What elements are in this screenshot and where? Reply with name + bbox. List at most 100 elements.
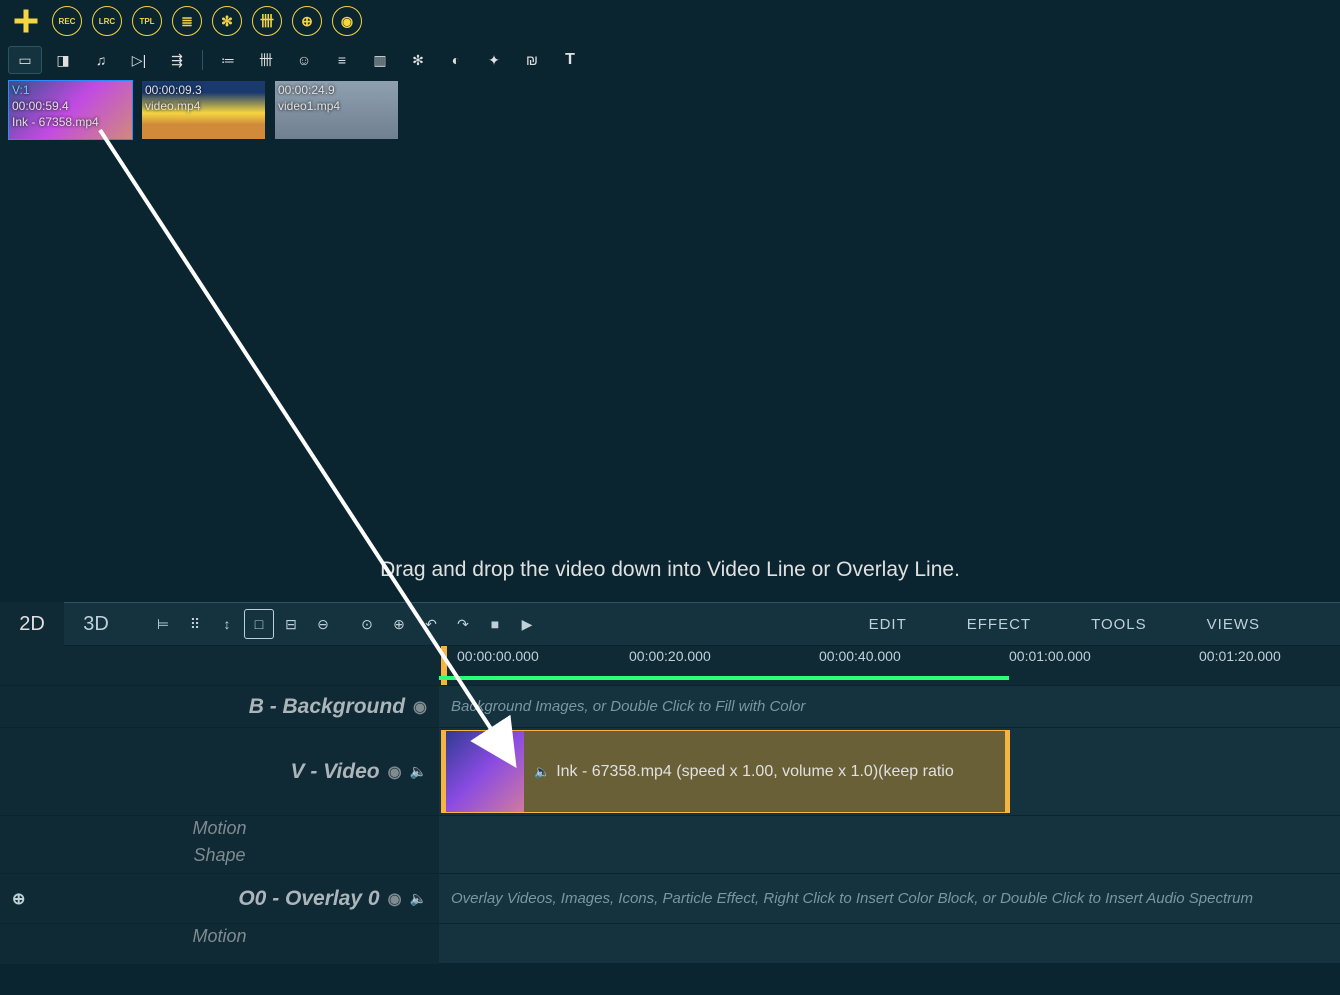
template-button[interactable]: TPL <box>132 6 162 36</box>
bullet-button[interactable]: ≔ <box>211 46 245 74</box>
clip-label: 🔈Ink - 67358.mp4 (speed x 1.00, volume x… <box>534 763 954 781</box>
track-content-column: Background Images, or Double Click to Fi… <box>439 686 1340 964</box>
add-marker-button[interactable]: ⊕ <box>384 609 414 639</box>
align-start-button[interactable]: ⊨ <box>148 609 178 639</box>
clip-meta: 00:00:09.3 video.mp4 <box>142 81 205 115</box>
video-content-row[interactable]: 🔈Ink - 67358.mp4 (speed x 1.00, volume x… <box>439 728 1340 816</box>
text-button[interactable]: ⊕ <box>292 6 322 36</box>
speaker-icon[interactable]: 🔈 <box>410 763 427 780</box>
ruler-tick: 00:00:40.000 <box>819 648 901 664</box>
account-button[interactable]: ◉ <box>332 6 362 36</box>
timeline-ruler[interactable]: 00:00:00.000 00:00:20.000 00:00:40.000 0… <box>0 646 1340 686</box>
track-bg-row: B - Background ◉ <box>0 686 439 728</box>
overlay-subs-content[interactable] <box>439 924 1340 964</box>
menu-views[interactable]: VIEWS <box>1207 616 1260 633</box>
video-subs-content[interactable] <box>439 816 1340 874</box>
add-media-button[interactable] <box>10 5 42 37</box>
redo-button[interactable]: ↷ <box>448 609 478 639</box>
music-tab-button[interactable]: ♫ <box>84 46 118 74</box>
timeline-menus: EDIT EFFECT TOOLS VIEWS <box>869 616 1260 633</box>
video-motion-label: Motion <box>0 816 439 843</box>
media-bin: V:1 00:00:59.4 Ink - 67358.mp4 00:00:09.… <box>0 78 1340 602</box>
target-button[interactable]: ⊙ <box>352 609 382 639</box>
clip-right-handle[interactable] <box>1005 731 1009 812</box>
media-clip-1[interactable]: V:1 00:00:59.4 Ink - 67358.mp4 <box>8 80 133 140</box>
eye-icon[interactable]: ◉ <box>388 889 402 909</box>
speaker-icon: 🔈 <box>534 764 550 779</box>
video-clip[interactable]: 🔈Ink - 67358.mp4 (speed x 1.00, volume x… <box>441 730 1010 813</box>
overlay-hint: Overlay Videos, Images, Icons, Particle … <box>451 890 1253 907</box>
ruler-tick: 00:01:20.000 <box>1199 648 1281 664</box>
overlay-content-row[interactable]: Overlay Videos, Images, Icons, Particle … <box>439 874 1340 924</box>
bg-hint: Background Images, or Double Click to Fi… <box>451 698 805 715</box>
tab-3d[interactable]: 3D <box>64 602 128 646</box>
track-overlay-row: ⊕ O0 - Overlay 0 ◉ 🔈 <box>0 874 439 924</box>
overlay-motion-label: Motion <box>0 924 439 951</box>
ruler-spacer <box>0 646 439 685</box>
media-type-toolbar: ▭ ◨ ♫ ▷| ⇶ ≔ 卌 ☺ ≡ ▥ ✻ ◐ ✦ ₪ T <box>0 42 1340 78</box>
track-video-row: V - Video ◉ 🔈 <box>0 728 439 816</box>
asterisk-button[interactable]: ✻ <box>212 6 242 36</box>
list-button[interactable]: ≣ <box>172 6 202 36</box>
zoom-out-button[interactable]: ⊖ <box>308 609 338 639</box>
tab-2d[interactable]: 2D <box>0 602 64 646</box>
ruler-area[interactable]: 00:00:00.000 00:00:20.000 00:00:40.000 0… <box>439 646 1340 685</box>
hint-text: Drag and drop the video down into Video … <box>380 558 960 582</box>
frame-button[interactable]: □ <box>244 609 274 639</box>
track-video-label: V - Video <box>291 760 380 784</box>
ruler-tick: 00:01:00.000 <box>1009 648 1091 664</box>
video-tab-button[interactable]: ▭ <box>8 46 42 74</box>
eye-icon[interactable]: ◉ <box>413 697 427 717</box>
timeline-tracks: B - Background ◉ V - Video ◉ 🔈 Motion Sh… <box>0 686 1340 964</box>
ruler-tick: 00:00:20.000 <box>629 648 711 664</box>
stop-button[interactable]: ■ <box>480 609 510 639</box>
bg-content-row[interactable]: Background Images, or Double Click to Fi… <box>439 686 1340 728</box>
view-tabs: 2D 3D <box>0 602 128 646</box>
add-overlay-button[interactable]: ⊕ <box>12 889 25 909</box>
align-button[interactable]: ≡ <box>325 46 359 74</box>
timeline-tool-buttons: ⊨ ⠿ ↕ □ ⊟ ⊖ ⊙ ⊕ ↶ ↷ ■ ▶ <box>148 609 542 639</box>
track-labels-column: B - Background ◉ V - Video ◉ 🔈 Motion Sh… <box>0 686 439 964</box>
eye-icon[interactable]: ◉ <box>388 762 402 782</box>
lyric-button[interactable]: LRC <box>92 6 122 36</box>
camera-tab-button[interactable]: ◨ <box>46 46 80 74</box>
ruler-tick: 00:00:00.000 <box>457 648 539 664</box>
expand-button[interactable]: ↕ <box>212 609 242 639</box>
grid-button[interactable]: ⠿ <box>180 609 210 639</box>
video-shape-label: Shape <box>0 843 439 870</box>
equalizer-button[interactable]: 卌 <box>249 46 283 74</box>
tune-button[interactable]: 卌 <box>252 6 282 36</box>
clip-meta: 00:00:24.9 video1.mp4 <box>275 81 343 115</box>
bars-button[interactable]: ₪ <box>515 46 549 74</box>
clip-left-handle[interactable] <box>442 731 446 812</box>
track-overlay-label: O0 - Overlay 0 <box>238 887 379 911</box>
track-bg-label: B - Background <box>249 695 405 719</box>
speaker-icon[interactable]: 🔈 <box>410 890 427 907</box>
list-tab-button[interactable]: ⇶ <box>160 46 194 74</box>
play-button[interactable]: ▶ <box>512 609 542 639</box>
seq-tab-button[interactable]: ▷| <box>122 46 156 74</box>
track-video-subs: Motion Shape <box>0 816 439 874</box>
sparkle-button[interactable]: ✻ <box>401 46 435 74</box>
split-button[interactable]: ⊟ <box>276 609 306 639</box>
media-clip-2[interactable]: 00:00:09.3 video.mp4 <box>141 80 266 140</box>
bin-items: V:1 00:00:59.4 Ink - 67358.mp4 00:00:09.… <box>8 80 1332 140</box>
puzzle-button[interactable]: ✦ <box>477 46 511 74</box>
media-clip-3[interactable]: 00:00:24.9 video1.mp4 <box>274 80 399 140</box>
text-tool-button[interactable]: T <box>553 46 587 74</box>
divider-icon <box>202 50 203 70</box>
range-bar <box>439 676 1009 680</box>
emoji-button[interactable]: ☺ <box>287 46 321 74</box>
clip-meta: V:1 00:00:59.4 Ink - 67358.mp4 <box>9 81 102 132</box>
top-toolbar: REC LRC TPL ≣ ✻ 卌 ⊕ ◉ <box>0 0 1340 42</box>
menu-tools[interactable]: TOOLS <box>1091 616 1147 633</box>
track-overlay-subs: Motion <box>0 924 439 964</box>
menu-edit[interactable]: EDIT <box>869 616 907 633</box>
timeline-header: 2D 3D ⊨ ⠿ ↕ □ ⊟ ⊖ ⊙ ⊕ ↶ ↷ ■ ▶ EDIT EFFEC… <box>0 602 1340 646</box>
clip-thumbnail-icon <box>442 731 524 812</box>
menu-effect[interactable]: EFFECT <box>967 616 1031 633</box>
record-button[interactable]: REC <box>52 6 82 36</box>
battery-button[interactable]: ▥ <box>363 46 397 74</box>
undo-button[interactable]: ↶ <box>416 609 446 639</box>
contrast-button[interactable]: ◐ <box>439 46 473 74</box>
